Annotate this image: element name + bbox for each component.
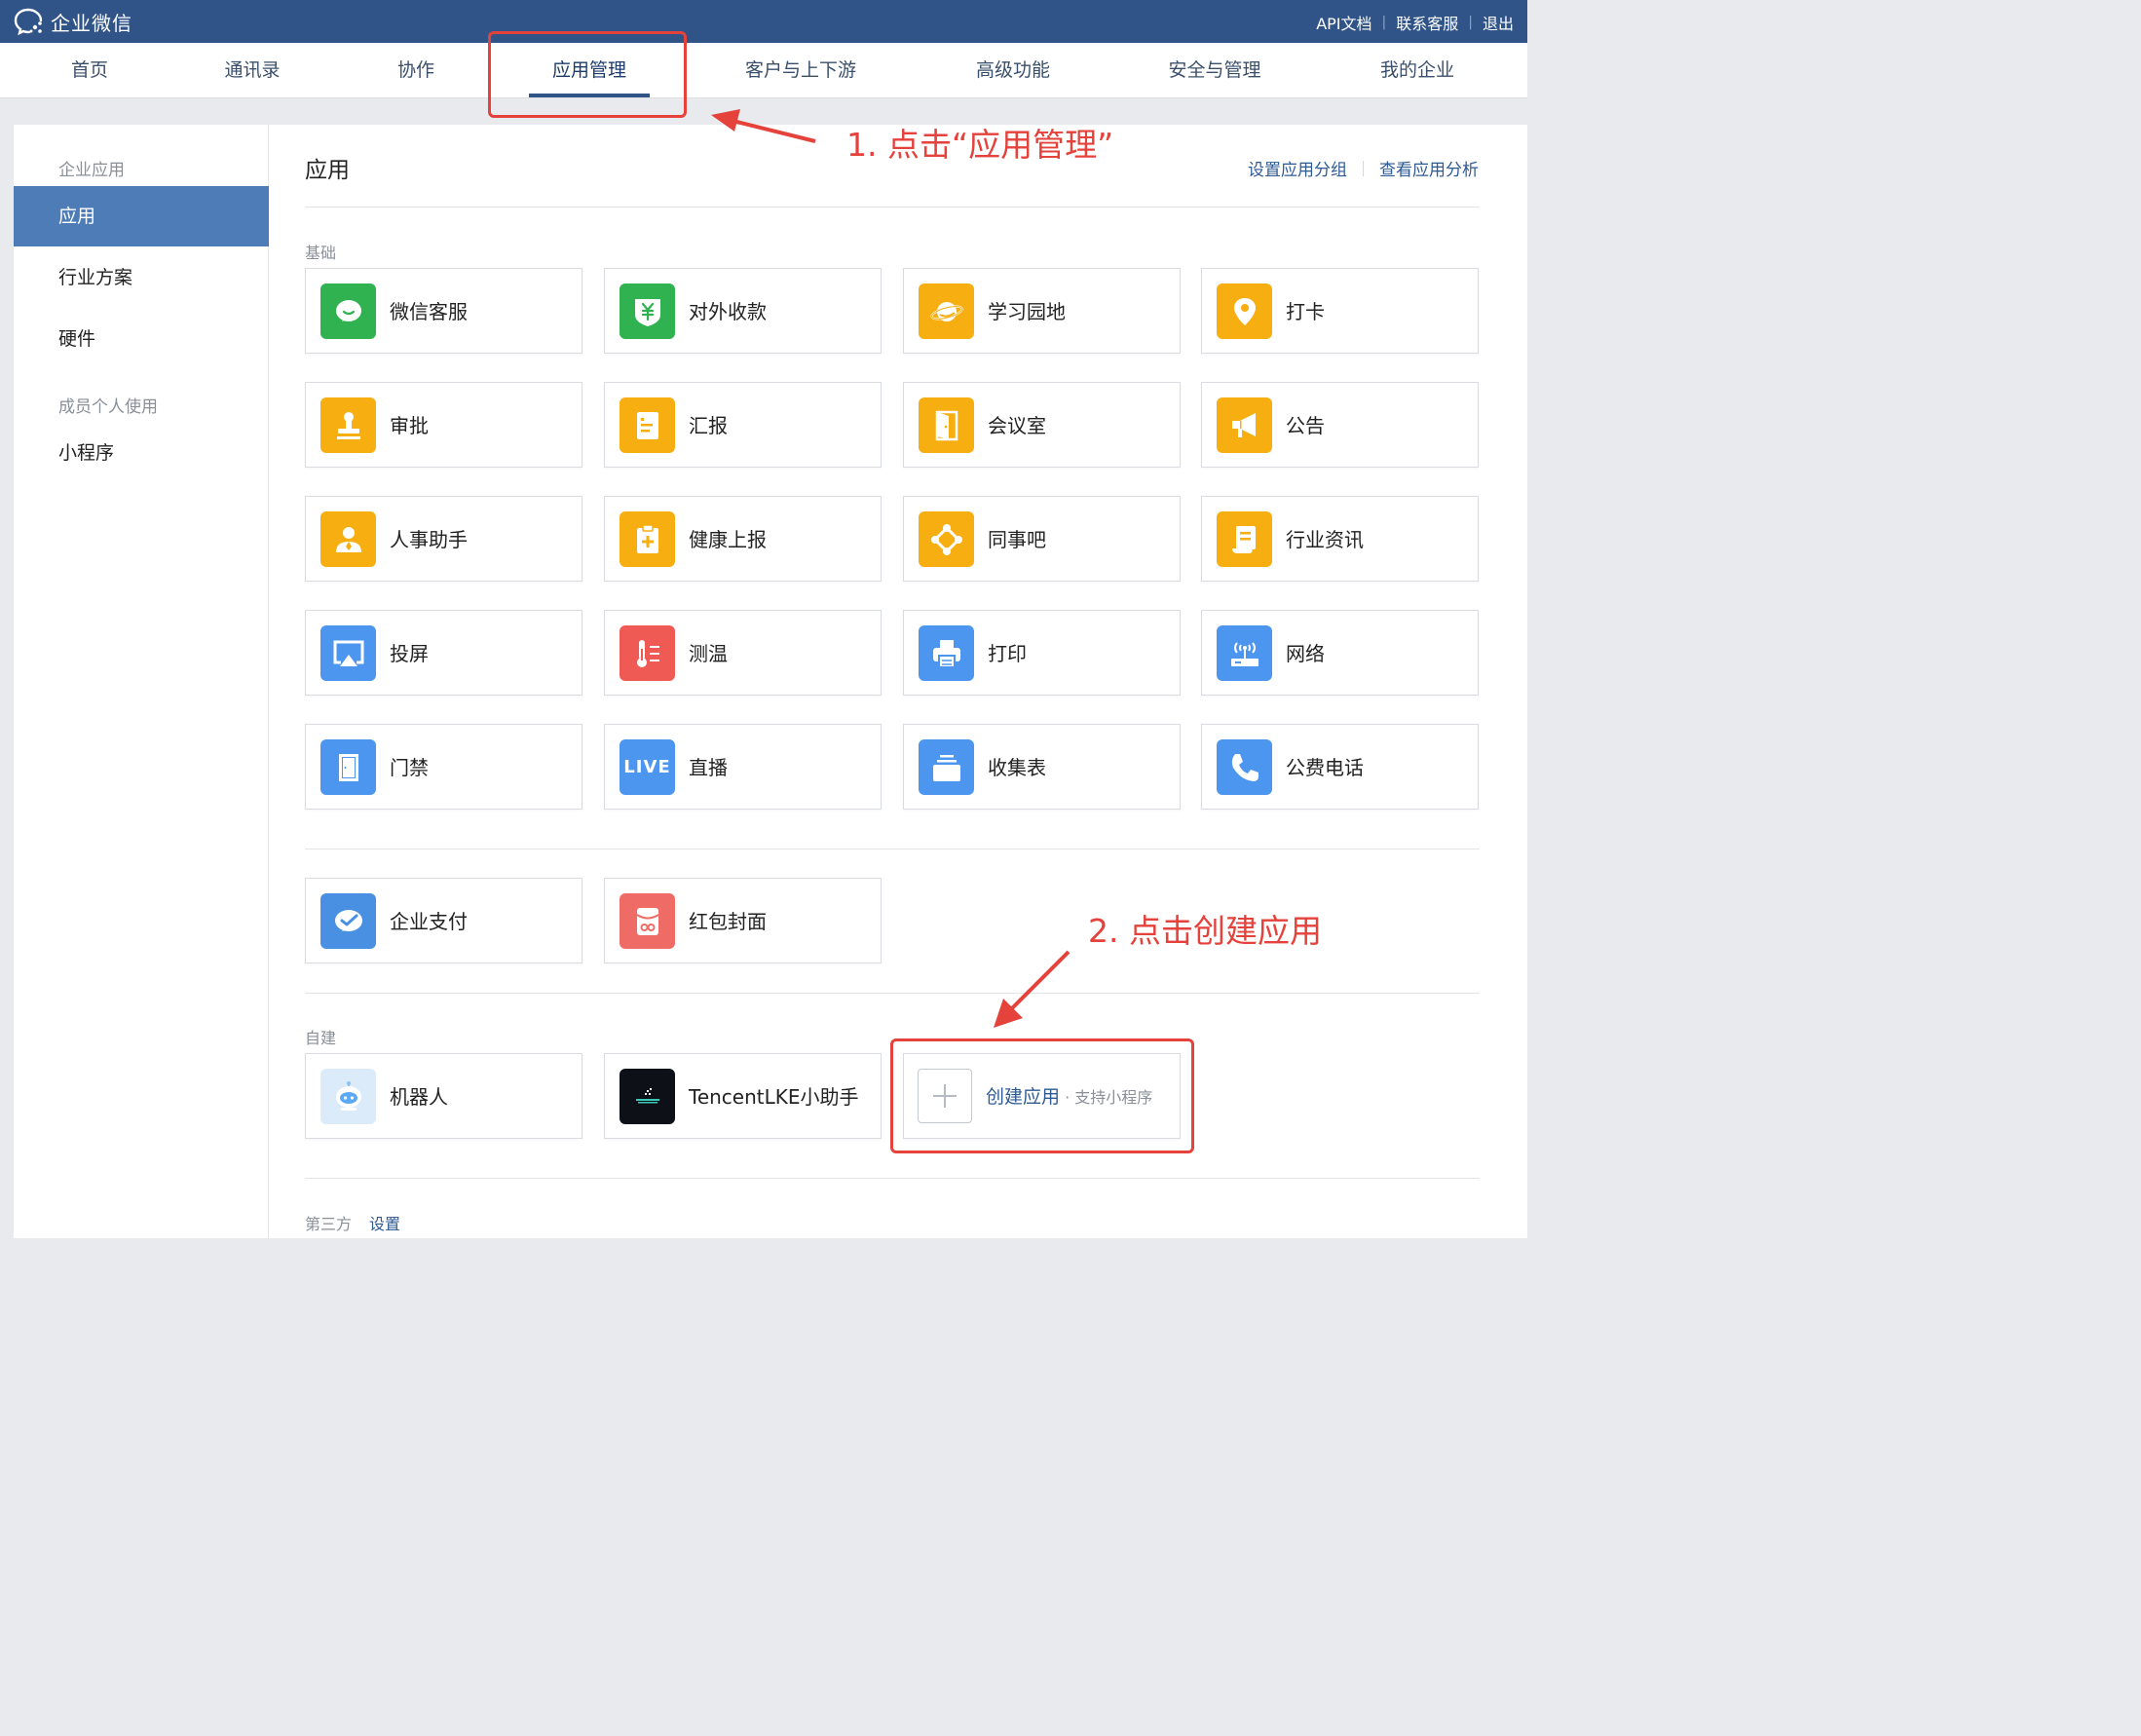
annotation-arrow-2 xyxy=(1009,950,1070,1011)
annotation-arrows xyxy=(711,109,1070,1028)
annotation-box-create-app xyxy=(890,1038,1194,1153)
annotation-arrow-1 xyxy=(732,119,816,143)
annotation-step1: 1. 点击“应用管理” xyxy=(846,126,1114,164)
annotation-step2: 2. 点击创建应用 xyxy=(1088,912,1322,950)
annotation-arrowhead-1 xyxy=(711,109,740,132)
